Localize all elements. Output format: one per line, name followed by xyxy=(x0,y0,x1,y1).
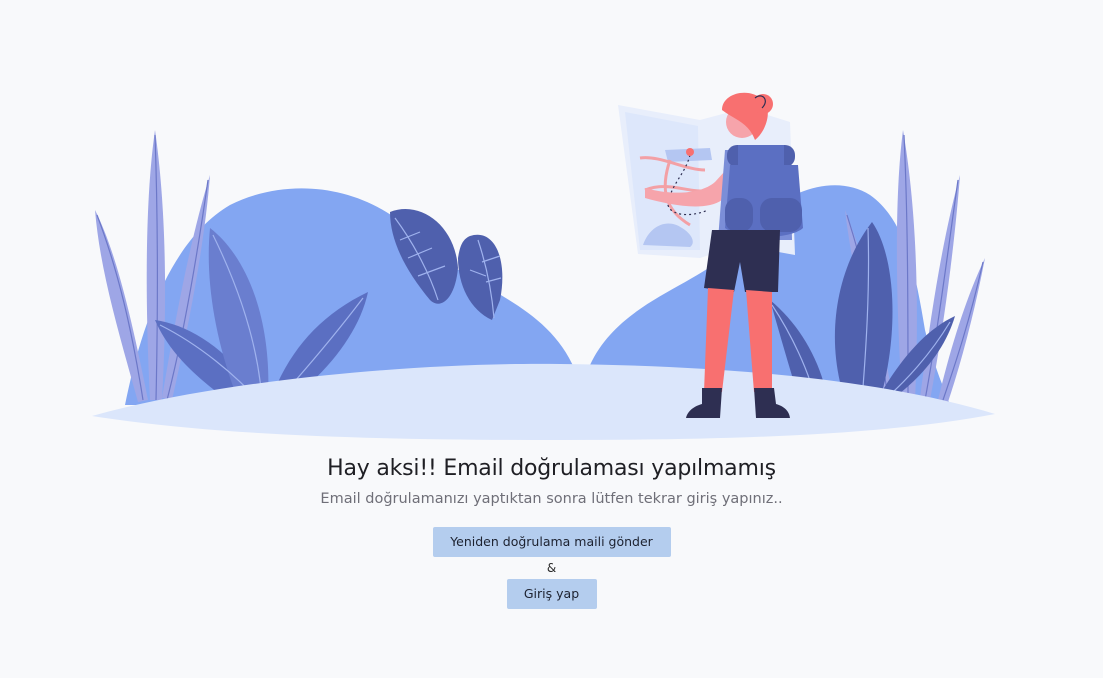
hiker-illustration xyxy=(92,92,995,440)
login-button[interactable]: Giriş yap xyxy=(506,579,597,609)
email-not-verified-page: Hay aksi!! Email doğrulaması yapılmamış … xyxy=(0,0,1103,678)
message-panel: Hay aksi!! Email doğrulaması yapılmamış … xyxy=(0,448,1103,609)
resend-verification-button[interactable]: Yeniden doğrulama maili gönder xyxy=(432,527,671,557)
page-title: Hay aksi!! Email doğrulaması yapılmamış xyxy=(327,456,776,481)
page-subtitle: Email doğrulamanızı yaptıktan sonra lütf… xyxy=(320,491,783,507)
button-separator: & xyxy=(546,561,557,575)
